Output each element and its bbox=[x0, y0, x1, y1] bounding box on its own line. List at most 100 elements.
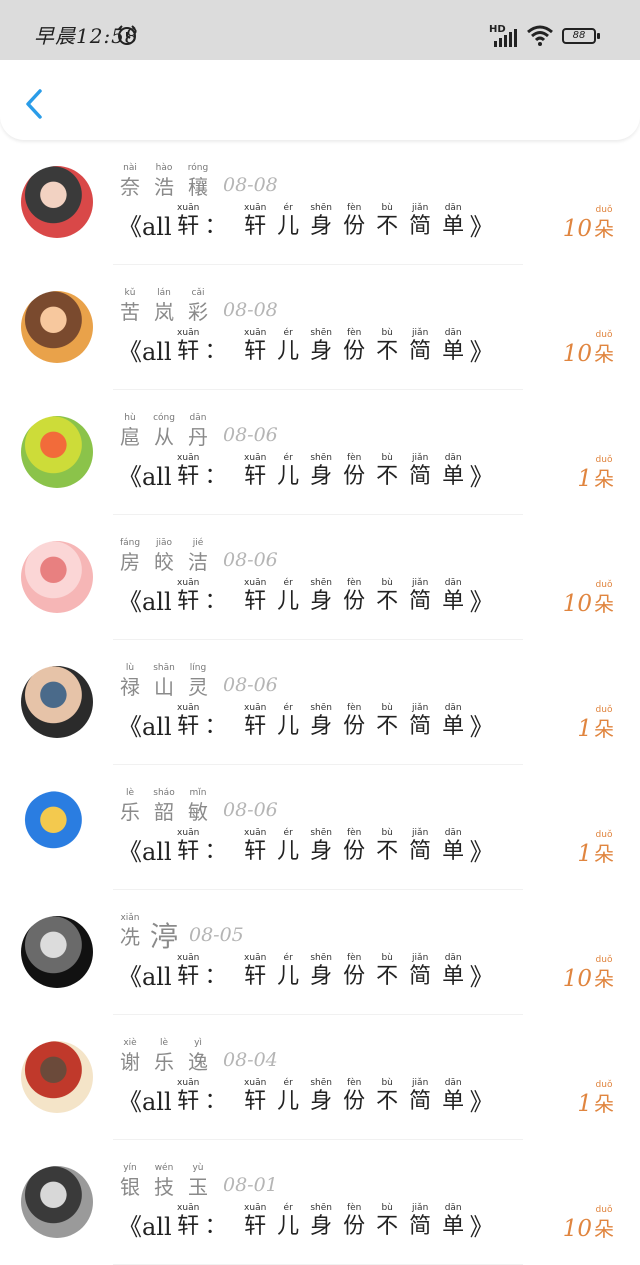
hanzi-text: 份 bbox=[343, 589, 366, 614]
hanzi-text: 禄 bbox=[120, 675, 140, 699]
title-prefix: 《all bbox=[118, 1213, 172, 1241]
hanzi-text: 轩 bbox=[244, 1214, 267, 1239]
sender-name: nài 奈 hào 浩 róng 穰 08-08 bbox=[113, 162, 278, 200]
hanzi-text: 扈 bbox=[120, 425, 140, 449]
ruby-char: dān 单 bbox=[437, 327, 470, 365]
title-prefix: 《all bbox=[118, 1088, 172, 1116]
avatar[interactable] bbox=[21, 416, 93, 488]
list-item[interactable]: nài 奈 hào 浩 róng 穰 08-08 《all xuān 轩： xuān 轩 ér 儿 shēn… bbox=[0, 140, 640, 265]
hanzi-text: 敏 bbox=[188, 800, 208, 824]
ruby-char: shēn 身 bbox=[305, 1077, 338, 1115]
pinyin-text: xuān bbox=[244, 953, 267, 963]
list-item[interactable]: xiè 谢 lè 乐 yì 逸 08-04 《all xuān 轩： xuān 轩 ér 儿 shēn 身 fè… bbox=[0, 1015, 640, 1140]
hanzi-text: 身 bbox=[310, 1089, 333, 1114]
gift-title: 《all xuān 轩： xuān 轩 ér 儿 shēn 身 fèn 份 bù 不 jiǎn 简 dān 单》 bbox=[118, 1077, 494, 1115]
hanzi-text: 岚 bbox=[154, 300, 174, 324]
ruby-char: lù 禄 bbox=[113, 662, 147, 700]
ruby-char: xuān 轩 bbox=[239, 827, 272, 865]
pinyin-text: xuān bbox=[244, 703, 267, 713]
hanzi-text: 儿 bbox=[277, 1089, 300, 1114]
ruby-char: ér 儿 bbox=[272, 327, 305, 365]
hanzi-text: 简 bbox=[409, 1214, 432, 1239]
count-number: 10 bbox=[562, 341, 592, 367]
pinyin-text: jiǎn bbox=[412, 1203, 429, 1213]
pinyin-text: dān bbox=[189, 413, 207, 423]
ruby-char: duǒ 朵 bbox=[592, 1079, 616, 1117]
pinyin-text: hào bbox=[155, 163, 173, 173]
hanzi-text: 轩 bbox=[244, 1089, 267, 1114]
pinyin-text: fèn bbox=[346, 203, 362, 213]
pinyin-text: bù bbox=[381, 328, 393, 338]
avatar[interactable] bbox=[21, 291, 93, 363]
avatar[interactable] bbox=[21, 166, 93, 238]
pinyin-text: duǒ bbox=[595, 205, 613, 215]
list-item[interactable]: yín 银 wén 技 yù 玉 08-01 《all xuān 轩： xuān 轩 ér 儿 shēn 身 f… bbox=[0, 1140, 640, 1265]
avatar[interactable] bbox=[21, 1166, 93, 1238]
hanzi-text: 朵 bbox=[594, 967, 614, 991]
ruby-char: bù 不 bbox=[371, 452, 404, 490]
ruby-char: lè 乐 bbox=[147, 1037, 181, 1075]
back-button[interactable] bbox=[16, 84, 56, 124]
list-item[interactable]: lè 乐 sháo 韶 mǐn 敏 08-06 《all xuān 轩： xuān 轩 ér 儿 shēn 身… bbox=[0, 765, 640, 890]
ruby-char: shēn 身 bbox=[305, 952, 338, 990]
gift-record-list: nài 奈 hào 浩 róng 穰 08-08 《all xuān 轩： xuān 轩 ér 儿 shēn… bbox=[0, 140, 640, 1265]
pinyin-text: shān bbox=[153, 663, 175, 673]
hanzi-text: 轩 bbox=[177, 1089, 200, 1114]
hanzi-text: 不 bbox=[376, 214, 399, 239]
title-suffix: 》 bbox=[469, 1088, 494, 1116]
title-colon: ： bbox=[204, 714, 227, 739]
title-prefix: 《all bbox=[118, 213, 172, 241]
pinyin-text: xuān bbox=[244, 828, 267, 838]
ruby-char: cóng 从 bbox=[147, 412, 181, 450]
pinyin-text: fèn bbox=[346, 1078, 362, 1088]
pinyin-text: xuān bbox=[244, 328, 267, 338]
hanzi-text: 单 bbox=[442, 339, 465, 364]
pinyin-text: xuān bbox=[177, 1203, 200, 1213]
hanzi-text: 单 bbox=[442, 464, 465, 489]
pinyin-text: dān bbox=[444, 328, 462, 338]
pinyin-text: dān bbox=[444, 828, 462, 838]
gift-date: 08-04 bbox=[223, 1049, 278, 1071]
ruby-char: jié 洁 bbox=[181, 537, 215, 575]
avatar[interactable] bbox=[21, 666, 93, 738]
ruby-char: xuān 轩 bbox=[172, 827, 205, 865]
pinyin-text: lán bbox=[157, 288, 171, 298]
ruby-char: róng 穰 bbox=[181, 162, 215, 200]
sender-name: fáng 房 jiāo 皎 jié 洁 08-06 bbox=[113, 537, 278, 575]
pinyin-text: shēn bbox=[310, 953, 332, 963]
ruby-char: lán 岚 bbox=[147, 287, 181, 325]
ruby-char: hù 扈 bbox=[113, 412, 147, 450]
ruby-char: fèn 份 bbox=[338, 452, 371, 490]
hanzi-text: 份 bbox=[343, 214, 366, 239]
avatar[interactable] bbox=[21, 791, 93, 863]
list-item[interactable]: xiǎn 冼渟 08-05 《all xuān 轩： xuān 轩 ér 儿 shēn 身 fèn 份 bù… bbox=[0, 890, 640, 1015]
count-number: 1 bbox=[577, 841, 592, 867]
pinyin-text: shēn bbox=[310, 578, 332, 588]
hanzi-text: 轩 bbox=[244, 714, 267, 739]
list-item[interactable]: lù 禄 shān 山 líng 灵 08-06 《all xuān 轩： xuān 轩 ér 儿 shēn… bbox=[0, 640, 640, 765]
hanzi-text: 份 bbox=[343, 839, 366, 864]
avatar[interactable] bbox=[21, 541, 93, 613]
ruby-char: yù 玉 bbox=[181, 1162, 215, 1200]
avatar[interactable] bbox=[21, 916, 93, 988]
list-item[interactable]: kǔ 苦 lán 岚 cǎi 彩 08-08 《all xuān 轩： xuān 轩 ér 儿 shēn 身 f… bbox=[0, 265, 640, 390]
pinyin-text: duǒ bbox=[595, 455, 613, 465]
title-prefix: 《all bbox=[118, 588, 172, 616]
count-number: 1 bbox=[577, 466, 592, 492]
ruby-char: ér 儿 bbox=[272, 1077, 305, 1115]
hanzi-text: 轩 bbox=[244, 214, 267, 239]
title-suffix: 》 bbox=[469, 338, 494, 366]
list-item[interactable]: hù 扈 cóng 从 dān 丹 08-06 《all xuān 轩： xuān 轩 ér 儿 shēn 身… bbox=[0, 390, 640, 515]
pinyin-text: bù bbox=[381, 578, 393, 588]
ruby-char: wén 技 bbox=[147, 1162, 181, 1200]
ruby-char: shēn 身 bbox=[305, 577, 338, 615]
ruby-char: xuān 轩 bbox=[239, 1077, 272, 1115]
hanzi-text: 冼 bbox=[120, 925, 140, 949]
count-number: 1 bbox=[577, 716, 592, 742]
ruby-char: fèn 份 bbox=[338, 1202, 371, 1240]
list-item[interactable]: fáng 房 jiāo 皎 jié 洁 08-06 《all xuān 轩： xuān 轩 ér 儿 shē… bbox=[0, 515, 640, 640]
avatar[interactable] bbox=[21, 1041, 93, 1113]
ruby-char: duǒ 朵 bbox=[592, 579, 616, 617]
pinyin-text: hù bbox=[124, 413, 136, 423]
pinyin-text: líng bbox=[189, 663, 207, 673]
